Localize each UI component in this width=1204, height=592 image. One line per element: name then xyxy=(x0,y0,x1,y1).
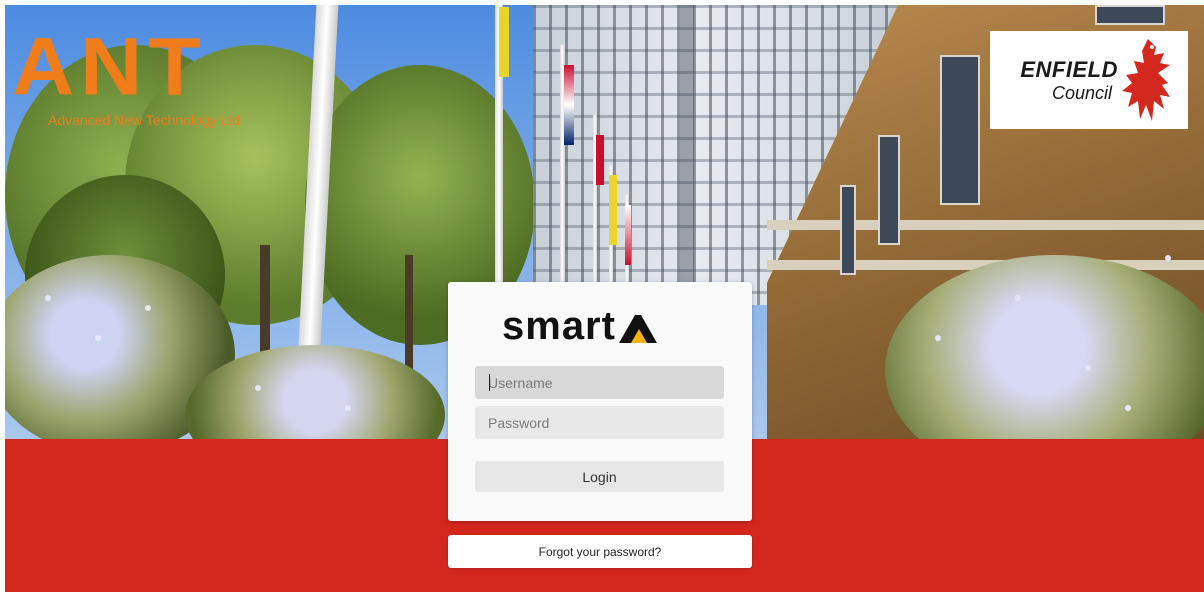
building-window xyxy=(1095,5,1165,25)
building-window xyxy=(940,55,980,205)
smarta-logo-text: smart xyxy=(502,304,616,348)
blossom xyxy=(345,405,351,411)
red-flag xyxy=(596,135,604,185)
building-window xyxy=(840,185,856,275)
union-flag xyxy=(564,65,574,145)
council-name: ENFIELD xyxy=(1020,56,1118,82)
building-window xyxy=(878,135,900,245)
ant-logo-text: ANT xyxy=(12,21,207,113)
smarta-triangle-icon xyxy=(618,315,657,343)
blossom xyxy=(255,385,261,391)
tower-shadow xyxy=(680,5,694,305)
username-input[interactable] xyxy=(475,366,724,399)
login-button[interactable]: Login xyxy=(475,461,724,492)
password-input[interactable] xyxy=(475,406,724,439)
yellow-flag xyxy=(499,7,509,77)
login-card: smart Login xyxy=(448,282,752,521)
blossom xyxy=(45,295,51,301)
yellow-flag xyxy=(609,175,617,245)
enfield-logo-text: ENFIELD Council xyxy=(994,57,1118,104)
ant-logo-subtitle: Advanced New Technology Ltd xyxy=(48,112,240,128)
ant-logo: ANT Advanced New Technology Ltd xyxy=(12,24,240,128)
blossom xyxy=(145,305,151,311)
dragon-icon xyxy=(1122,39,1170,121)
blossom xyxy=(1085,365,1091,371)
text-cursor xyxy=(489,374,490,391)
blossom xyxy=(1125,405,1131,411)
blossom xyxy=(935,335,941,341)
flag xyxy=(625,205,631,265)
blossom xyxy=(1015,295,1021,301)
council-suffix: Council xyxy=(1051,82,1112,103)
forgot-password-link[interactable]: Forgot your password? xyxy=(448,535,752,568)
blossom xyxy=(1165,255,1171,261)
building-band xyxy=(767,220,1204,230)
blossom xyxy=(95,335,101,341)
enfield-council-logo: ENFIELD Council xyxy=(990,31,1188,129)
smarta-logo: smart xyxy=(502,306,698,346)
